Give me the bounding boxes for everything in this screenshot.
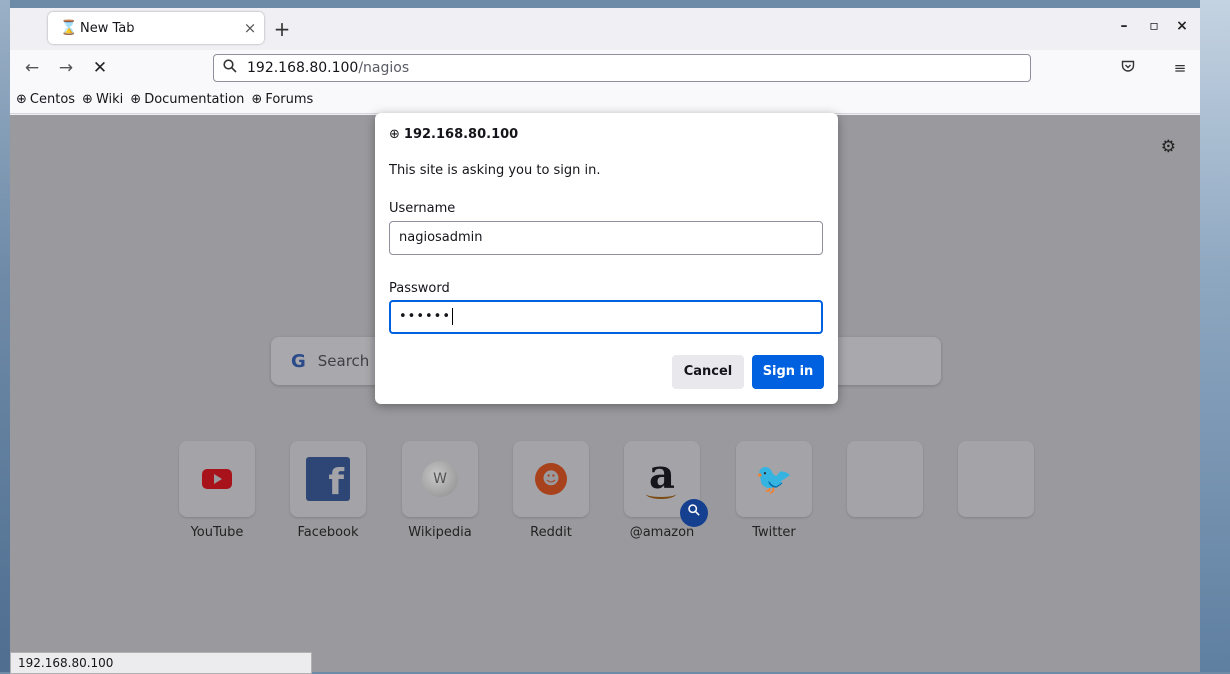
globe-icon: ⊕: [82, 92, 93, 107]
hourglass-icon: ⌛: [60, 20, 78, 36]
top-site-empty[interactable]: [958, 441, 1034, 517]
twitter-bird-icon: 🐦: [755, 461, 793, 497]
url-path: /nagios: [358, 60, 410, 76]
top-site-label: @amazon: [629, 525, 695, 540]
google-logo-icon: G: [291, 350, 306, 372]
top-site-amazon[interactable]: a: [624, 441, 708, 527]
url-host: 192.168.80.100: [247, 60, 359, 76]
desktop-background-right: [1200, 0, 1230, 672]
username-label: Username: [389, 201, 456, 216]
maximize-button[interactable]: ▫: [1144, 18, 1164, 34]
top-site-wikipedia[interactable]: W: [402, 441, 478, 517]
dialog-message: This site is asking you to sign in.: [389, 163, 601, 178]
pocket-icon[interactable]: [1116, 56, 1140, 80]
forward-arrow-icon[interactable]: →: [54, 56, 78, 80]
top-site-reddit[interactable]: ☻: [513, 441, 589, 517]
back-arrow-icon[interactable]: ←: [20, 56, 44, 80]
close-window-button[interactable]: ×: [1172, 18, 1192, 34]
tab-bar: ⌛ New Tab × + – ▫ ×: [10, 8, 1200, 50]
globe-icon: ⊕: [130, 92, 142, 107]
wikipedia-icon: W: [422, 461, 458, 497]
password-mask: ••••••: [399, 309, 452, 324]
hamburger-menu-icon[interactable]: ≡: [1168, 56, 1192, 80]
top-site-empty[interactable]: [847, 441, 923, 517]
password-field[interactable]: ••••••: [389, 300, 823, 334]
top-site-youtube[interactable]: [179, 441, 255, 517]
tab-title: New Tab: [80, 20, 135, 36]
top-site-twitter[interactable]: 🐦: [736, 441, 812, 517]
reddit-icon: ☻: [535, 463, 567, 495]
text-caret: [452, 308, 454, 325]
top-site-label: YouTube: [190, 525, 244, 540]
facebook-icon: f: [306, 457, 350, 501]
password-label: Password: [389, 281, 450, 296]
amazon-smile-icon: [646, 489, 676, 499]
stop-loading-icon[interactable]: ✕: [88, 56, 112, 80]
bookmark-forums[interactable]: ⊕ Forums: [251, 92, 313, 107]
bookmark-wiki[interactable]: ⊕ Wiki: [82, 92, 123, 107]
bookmark-centos[interactable]: ⊕ Centos: [16, 92, 75, 107]
top-site-label: Facebook: [297, 525, 359, 540]
new-tab-button[interactable]: +: [268, 16, 296, 42]
globe-icon: ⊕: [389, 127, 400, 142]
sign-in-button[interactable]: Sign in: [752, 355, 824, 389]
navigation-toolbar: ← → ✕ 192.168.80.100/nagios ≡: [10, 50, 1200, 86]
username-field[interactable]: nagiosadmin: [389, 221, 823, 255]
address-bar[interactable]: 192.168.80.100/nagios: [213, 54, 1031, 82]
bookmarks-toolbar: ⊕ Centos ⊕ Wiki ⊕ Documentation ⊕ Forums: [10, 86, 1200, 114]
globe-icon: ⊕: [251, 92, 263, 107]
top-site-label: Wikipedia: [408, 525, 472, 540]
search-shortcut-badge-icon: [680, 499, 708, 527]
desktop-background-left: [0, 0, 10, 672]
tab-new-tab[interactable]: ⌛ New Tab ×: [48, 12, 264, 44]
dialog-host: ⊕ 192.168.80.100: [389, 127, 518, 142]
top-site-facebook[interactable]: f: [290, 441, 366, 517]
dialog-host-text: 192.168.80.100: [403, 127, 519, 142]
bookmark-documentation[interactable]: ⊕ Documentation: [130, 92, 244, 107]
minimize-button[interactable]: –: [1114, 18, 1134, 34]
search-icon: [223, 59, 239, 77]
cancel-button[interactable]: Cancel: [672, 355, 744, 389]
top-site-label: Reddit: [530, 525, 572, 540]
top-site-label: Twitter: [752, 525, 796, 540]
search-placeholder: Search: [317, 352, 370, 370]
globe-icon: ⊕: [16, 92, 27, 107]
status-bar: 192.168.80.100: [10, 652, 312, 674]
auth-dialog: ⊕ 192.168.80.100 This site is asking you…: [375, 113, 838, 404]
youtube-icon: [202, 469, 232, 489]
gear-icon[interactable]: ⚙: [1161, 137, 1176, 157]
tab-close-icon[interactable]: ×: [236, 19, 264, 37]
